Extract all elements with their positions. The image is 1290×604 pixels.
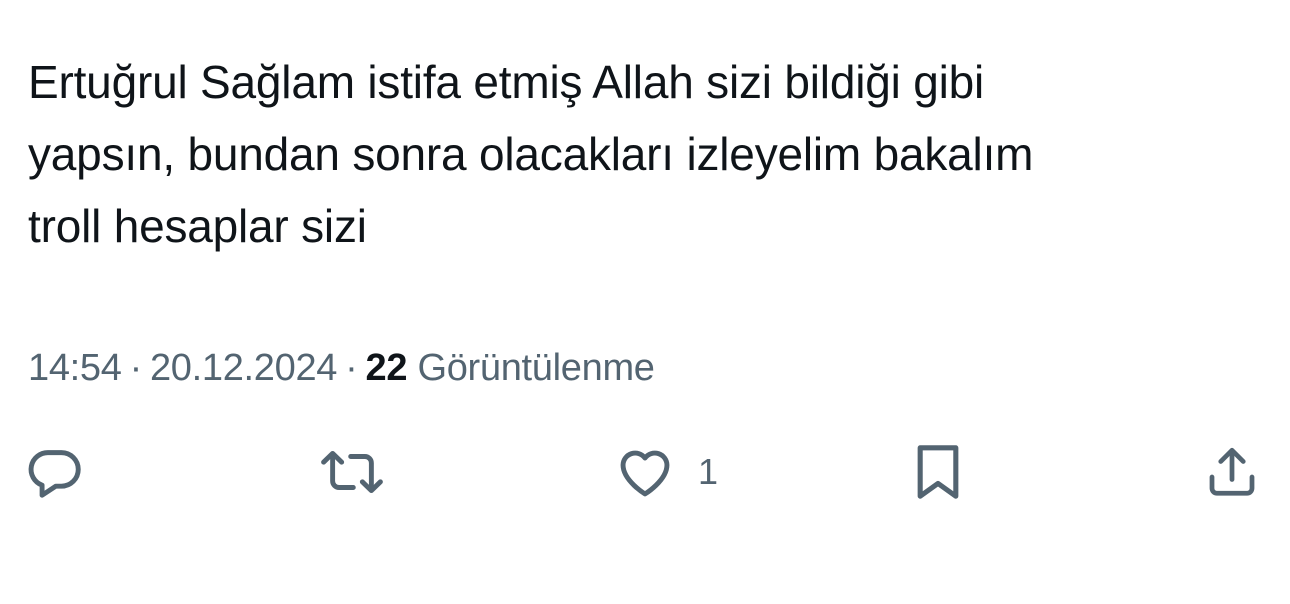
share-icon (1209, 447, 1255, 496)
bookmark-icon (917, 445, 959, 499)
meta-separator: · (129, 347, 143, 389)
share-button[interactable] (1202, 436, 1262, 508)
like-button[interactable]: 1 (614, 436, 718, 508)
like-count: 1 (698, 451, 719, 492)
meta-separator: · (345, 347, 358, 389)
tweet-text: Ertuğrul Sağlam istifa etmiş Allah sizi … (28, 46, 1258, 262)
action-bar: 1 (0, 436, 1290, 508)
tweet-meta: 14:54 · 20.12.2024 · 22 Görüntülenme (28, 340, 655, 396)
heart-icon (620, 450, 670, 497)
tweet-time[interactable]: 14:54 (28, 347, 122, 389)
retweet-button[interactable] (314, 436, 390, 508)
retweet-icon (321, 450, 383, 494)
tweet-text-line: yapsın, bundan sonra olacakları izleyeli… (28, 128, 1034, 180)
tweet-text-line: Ertuğrul Sağlam istifa etmiş Allah sizi … (28, 56, 985, 108)
reply-button[interactable] (24, 436, 86, 508)
tweet-date[interactable]: 20.12.2024 (150, 347, 337, 389)
views-count: 22 (365, 347, 408, 389)
reply-icon (28, 450, 81, 498)
tweet: Ertuğrul Sağlam istifa etmiş Allah sizi … (0, 0, 1290, 604)
bookmark-button[interactable] (910, 436, 966, 508)
tweet-text-line: troll hesaplar sizi (28, 200, 367, 252)
views-label: Görüntülenme (417, 347, 655, 389)
